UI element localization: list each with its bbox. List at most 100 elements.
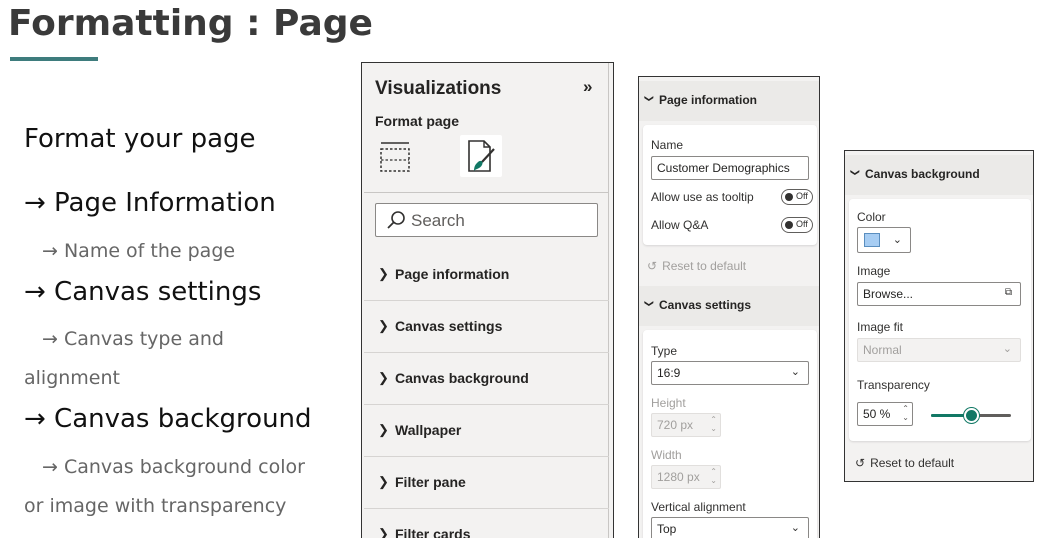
canvas-settings-card: Type 16:9 ⌄ Height 720 px ⌃ ⌄ Width 1280 … [643, 330, 817, 538]
dropdown-value: Normal [863, 343, 902, 357]
section-title: Canvas background [865, 167, 980, 181]
transparency-slider-area [849, 398, 1031, 428]
section-label: Wallpaper [395, 422, 462, 438]
input-value: Browse... [863, 287, 914, 301]
reset-label: Reset to default [870, 456, 955, 470]
image-browse-input[interactable]: Browse... ⧉ [857, 282, 1021, 306]
section-page-information[interactable]: ❯ Page information [364, 249, 609, 301]
section-label: Canvas settings [395, 318, 503, 334]
height-input: 720 px ⌃ ⌄ [651, 413, 721, 437]
chevron-down-icon: ⌄ [790, 366, 800, 378]
chevron-right-icon: ❯ [378, 422, 389, 437]
chevron-right-icon: ❯ [378, 266, 389, 281]
image-fit-label: Image fit [857, 320, 904, 334]
sub-bullet-canvas-type-cont: alignment [24, 367, 120, 389]
qa-label: Allow Q&A [651, 218, 709, 232]
stepper-icon: ⌃ ⌄ [710, 415, 717, 433]
stepper-icon: ⌃ ⌄ [710, 467, 717, 485]
visualizations-pane: Visualizations » Format page Search ❯ Pa… [361, 62, 614, 538]
transparency-label: Transparency [857, 378, 930, 392]
section-filter-cards[interactable]: ❯ Filter cards [364, 509, 609, 538]
chevron-right-icon: ❯ [378, 474, 389, 489]
format-section-list: ❯ Page information ❯ Canvas settings ❯ C… [364, 249, 609, 538]
dropdown-value: Top [657, 522, 677, 536]
bullet-page-information: → Page Information [24, 188, 276, 218]
vertical-alignment-dropdown[interactable]: Top ⌄ [651, 517, 809, 538]
page-name-input[interactable]: Customer Demographics [651, 156, 809, 180]
format-brush-icon[interactable] [460, 135, 502, 177]
sub-bullet-page-name: → Name of the page [42, 240, 236, 262]
section-label: Page information [395, 266, 510, 282]
chevron-down-icon: ⌄ [892, 234, 902, 246]
chevron-down-icon: ❯ [850, 168, 861, 177]
slider-thumb[interactable] [964, 408, 979, 423]
section-filter-pane[interactable]: ❯ Filter pane [364, 457, 609, 509]
width-label: Width [651, 448, 682, 462]
input-value: 720 px [657, 418, 694, 432]
canvas-background-reset-button[interactable]: ↺ Reset to default [855, 456, 954, 470]
canvas-background-header[interactable]: ❯ Canvas background [845, 155, 1033, 195]
search-input[interactable]: Search [375, 203, 598, 237]
chevron-down-icon: ⌄ [790, 522, 800, 534]
chevron-down-icon: ❯ [644, 299, 655, 308]
color-swatch [864, 233, 880, 247]
bullet-canvas-settings: → Canvas settings [24, 277, 262, 307]
chevron-right-icon: ❯ [378, 318, 389, 333]
format-page-label: Format page [375, 113, 460, 129]
type-label: Type [651, 344, 678, 358]
section-canvas-background[interactable]: ❯ Canvas background [364, 353, 609, 405]
pane-divider [364, 192, 609, 193]
qa-toggle[interactable]: Off [781, 217, 813, 233]
toggle-state: Off [796, 219, 808, 229]
sub-bullet-canvas-background-cont: or image with transparency [24, 495, 287, 517]
bullet-canvas-background: → Canvas background [24, 404, 312, 434]
collapse-pane-icon[interactable]: » [583, 77, 592, 97]
slide-subtitle: Format your page [24, 124, 256, 154]
vertical-alignment-label: Vertical alignment [651, 500, 746, 514]
page-settings-pane: ❯ Page information Name Customer Demogra… [638, 76, 820, 538]
canvas-background-card: Color ⌄ Image Browse... ⧉ Image fit Norm… [849, 199, 1031, 441]
page-information-card: Name Customer Demographics Allow use as … [643, 125, 817, 245]
image-fit-dropdown: Normal ⌄ [857, 338, 1021, 362]
page-info-reset-button[interactable]: ↺ Reset to default [647, 259, 746, 273]
sub-bullet-canvas-background: → Canvas background color [42, 456, 305, 478]
height-label: Height [651, 396, 686, 410]
name-label: Name [651, 138, 684, 152]
chevron-right-icon: ❯ [378, 526, 389, 538]
title-underline [10, 57, 98, 61]
reset-label: Reset to default [662, 259, 747, 273]
section-title: Page information [659, 93, 758, 107]
browse-file-icon[interactable]: ⧉ [1005, 287, 1012, 298]
canvas-type-dropdown[interactable]: 16:9 ⌄ [651, 361, 809, 385]
section-title: Canvas settings [659, 298, 752, 312]
section-label: Filter cards [395, 526, 471, 538]
chevron-down-icon: ⌄ [1002, 343, 1012, 355]
section-canvas-settings[interactable]: ❯ Canvas settings [364, 301, 609, 353]
page-information-header[interactable]: ❯ Page information [639, 81, 819, 121]
search-placeholder: Search [411, 211, 465, 230]
slide-title: Formatting : Page [8, 3, 373, 44]
section-wallpaper[interactable]: ❯ Wallpaper [364, 405, 609, 457]
section-label: Filter pane [395, 474, 466, 490]
canvas-settings-header[interactable]: ❯ Canvas settings [639, 286, 819, 326]
tooltip-label: Allow use as tooltip [651, 190, 754, 204]
reset-icon: ↺ [855, 456, 866, 470]
reset-icon: ↺ [647, 259, 658, 273]
width-input: 1280 px ⌃ ⌄ [651, 465, 721, 489]
toggle-state: Off [796, 191, 808, 201]
section-label: Canvas background [395, 370, 529, 386]
tooltip-toggle[interactable]: Off [781, 189, 813, 205]
input-value: 1280 px [657, 470, 700, 484]
dropdown-value: 16:9 [657, 366, 681, 380]
sub-bullet-canvas-type: → Canvas type and [42, 328, 224, 350]
image-label: Image [857, 264, 891, 278]
chevron-down-icon: ❯ [644, 94, 655, 103]
page-layout-icon[interactable] [378, 140, 412, 174]
visualizations-title: Visualizations [375, 78, 502, 99]
search-icon [387, 211, 405, 229]
color-picker-button[interactable]: ⌄ [857, 227, 911, 253]
transparency-slider[interactable] [931, 408, 1011, 423]
canvas-background-pane: ❯ Canvas background Color ⌄ Image Browse… [844, 150, 1034, 482]
chevron-right-icon: ❯ [378, 370, 389, 385]
color-label: Color [857, 210, 886, 224]
